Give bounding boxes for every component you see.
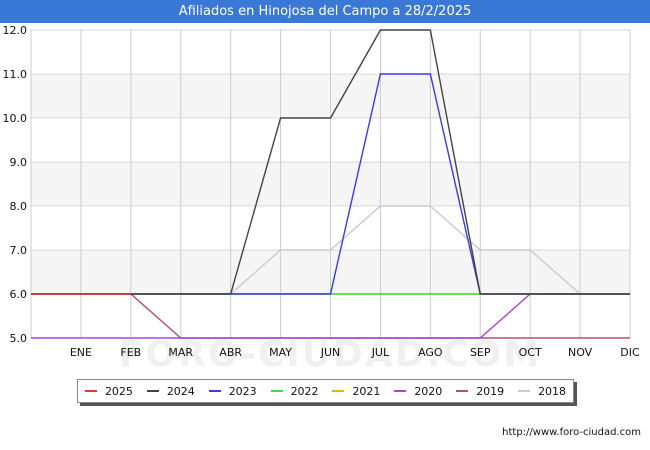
legend-swatch — [84, 390, 97, 392]
x-tick-label: SEP — [470, 346, 491, 359]
legend-swatch — [332, 390, 345, 392]
legend-label: 2024 — [166, 384, 195, 398]
legend-label: 2019 — [476, 384, 505, 398]
x-tick-label: DIC — [620, 346, 640, 359]
x-tick-label: FEB — [120, 346, 141, 359]
legend-swatch — [146, 390, 159, 392]
legend-swatch — [394, 390, 407, 392]
legend: 2025 2024 2023 2022 2021 2020 2019 2018 — [77, 379, 574, 403]
legend-label: 2025 — [104, 384, 133, 398]
legend-label: 2018 — [538, 384, 567, 398]
legend-item-2024: 2024 — [146, 384, 195, 398]
x-tick-label: MAR — [168, 346, 193, 359]
y-tick-label: 12.0 — [3, 24, 28, 37]
legend-item-2018: 2018 — [518, 385, 566, 398]
legend-item-2025: 2025 — [84, 384, 133, 398]
y-tick-label: 10.0 — [3, 112, 28, 125]
x-tick-label: OCT — [519, 346, 542, 359]
legend-label: 2020 — [414, 384, 443, 398]
y-tick-label: 8.0 — [10, 200, 28, 213]
legend-item-2022: 2022 — [270, 384, 319, 398]
x-tick-label: MAY — [269, 346, 292, 359]
legend-label: 2023 — [228, 384, 257, 398]
y-tick-label: 5.0 — [10, 332, 28, 345]
x-tick-label: ABR — [219, 346, 242, 359]
x-tick-label: ENE — [70, 346, 92, 359]
y-tick-label: 6.0 — [10, 288, 28, 301]
y-tick-label: 7.0 — [10, 244, 28, 257]
legend-item-2023: 2023 — [208, 384, 257, 398]
legend-item-2019: 2019 — [456, 385, 504, 398]
x-tick-label: JUL — [371, 346, 390, 359]
source-credit: http://www.foro-ciudad.com — [502, 427, 641, 438]
legend-label: 2022 — [290, 384, 319, 398]
x-tick-label: AGO — [418, 346, 443, 359]
legend-swatch — [456, 390, 469, 392]
legend-item-2020: 2020 — [394, 385, 442, 398]
x-tick-label: NOV — [568, 346, 593, 359]
y-tick-label: 9.0 — [10, 156, 28, 169]
legend-label: 2021 — [352, 384, 381, 398]
legend-swatch — [518, 390, 531, 392]
x-tick-label: JUN — [320, 346, 341, 359]
legend-item-2021: 2021 — [332, 385, 380, 398]
legend-swatch — [270, 390, 283, 392]
legend-swatch — [208, 390, 221, 392]
y-tick-label: 11.0 — [3, 68, 28, 81]
